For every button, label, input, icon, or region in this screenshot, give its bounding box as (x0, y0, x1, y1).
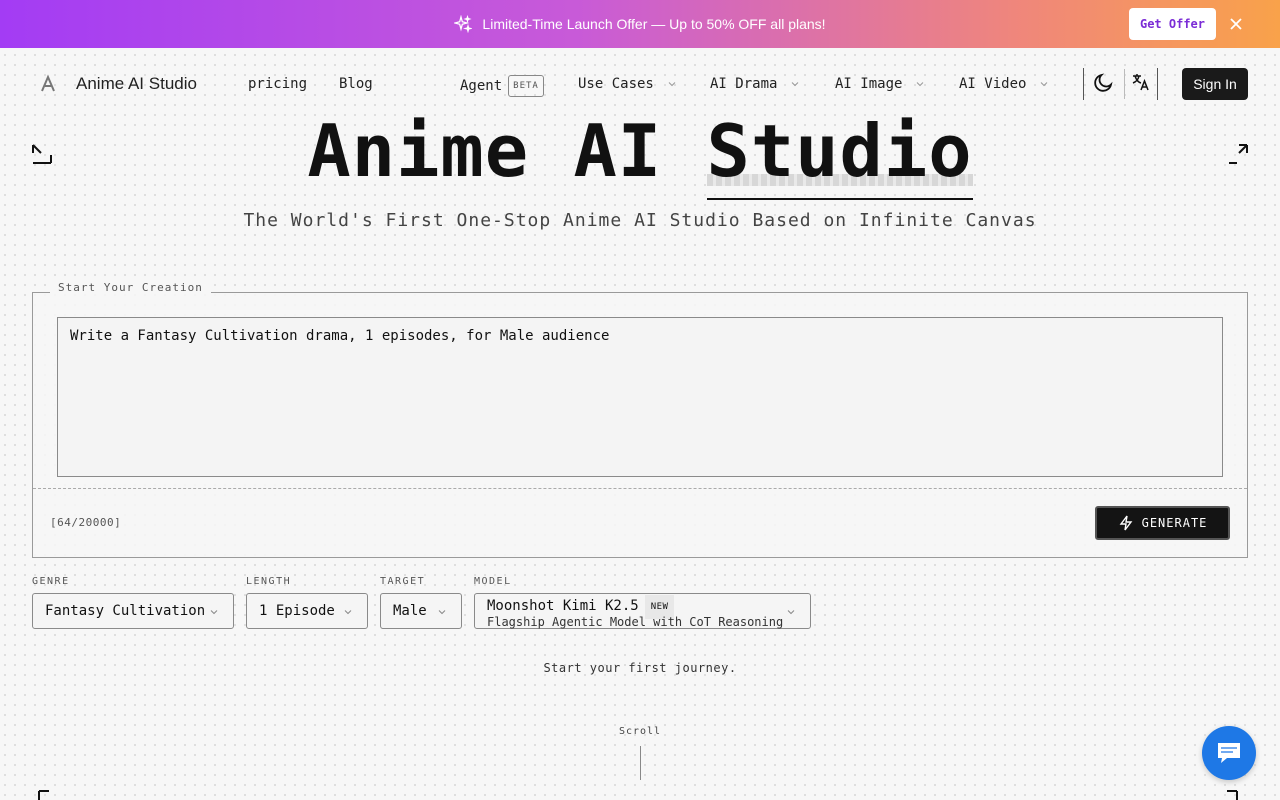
nav-dropdown-ai-drama[interactable]: AI Drama (710, 75, 799, 93)
chat-button[interactable] (1202, 726, 1256, 780)
character-counter: [64/20000] (50, 516, 122, 529)
beta-badge: BETA (508, 75, 544, 97)
genre-value: Fantasy Cultivation (45, 603, 206, 619)
moon-icon[interactable] (1092, 70, 1116, 94)
model-label: MODEL (474, 576, 512, 587)
chat-icon (1218, 743, 1240, 763)
target-select[interactable]: Male (380, 593, 462, 629)
generate-label: GENERATE (1141, 516, 1208, 530)
nav-dropdown-ai-image[interactable]: AI Image (835, 75, 924, 93)
target-label: TARGET (380, 576, 426, 587)
nav-dropdown-label: AI Video (959, 76, 1027, 92)
nav-dropdown-ai-video[interactable]: AI Video (959, 75, 1048, 93)
agent-label: Agent (460, 78, 503, 94)
brand-name[interactable]: Anime AI Studio (76, 74, 197, 94)
translate-icon[interactable] (1131, 72, 1155, 96)
corner-bracket-icon (38, 790, 49, 800)
chevron-down-icon (668, 82, 676, 87)
nav-dropdown-label: AI Image (835, 76, 903, 92)
model-name: Moonshot Kimi K2.5 (487, 598, 639, 614)
length-label: LENGTH (246, 576, 292, 587)
chevron-down-icon (1041, 82, 1048, 87)
model-description: Flagship Agentic Model with CoT Reasonin… (487, 615, 784, 629)
chevron-down-icon (210, 610, 218, 615)
lightning-icon (1119, 515, 1132, 531)
nav-link-agent[interactable]: Agent BETA (460, 75, 544, 97)
nav-dropdown-label: AI Drama (710, 76, 778, 92)
corner-bracket-icon (1227, 790, 1238, 800)
genre-select[interactable]: Fantasy Cultivation (32, 593, 234, 629)
promo-text: Limited-Time Launch Offer — Up to 50% OF… (482, 16, 826, 32)
chevron-down-icon (917, 82, 924, 87)
chevron-down-icon (344, 610, 352, 615)
generate-button[interactable]: GENERATE (1095, 506, 1230, 540)
chevron-down-icon (438, 610, 446, 615)
target-value: Male (393, 603, 427, 619)
scroll-line (640, 746, 641, 780)
nav-divider (1124, 69, 1125, 99)
journey-text: Start your first journey. (543, 661, 737, 675)
sparkle-icon (454, 15, 473, 33)
scroll-hint: Scroll (618, 726, 662, 737)
title-highlight: Studio (706, 106, 973, 200)
chevron-down-icon (787, 610, 795, 615)
promo-message: Limited-Time Launch Offer — Up to 50% OF… (454, 15, 826, 33)
nav-link-pricing[interactable]: pricing (248, 75, 307, 93)
model-select[interactable]: Moonshot Kimi K2.5 NEW Flagship Agentic M… (474, 593, 811, 629)
nav-dropdown-label: Use Cases (578, 76, 654, 92)
length-select[interactable]: 1 Episode (246, 593, 368, 629)
nav-link-blog[interactable]: Blog (339, 75, 373, 93)
chevron-down-icon (792, 82, 799, 87)
logo-icon[interactable] (38, 74, 58, 94)
get-offer-button[interactable]: Get Offer (1129, 8, 1216, 40)
close-icon[interactable] (1228, 16, 1244, 32)
page-subtitle: The World's First One-Stop Anime AI Stud… (243, 210, 1037, 231)
promo-banner: Limited-Time Launch Offer — Up to 50% OF… (0, 0, 1280, 48)
nav-dropdown-use-cases[interactable]: Use Cases (578, 75, 676, 93)
length-value: 1 Episode (259, 603, 335, 619)
prompt-input[interactable]: Write a Fantasy Cultivation drama, 1 epi… (57, 317, 1223, 477)
sign-in-button[interactable]: Sign In (1182, 68, 1248, 100)
genre-label: GENRE (32, 576, 70, 587)
creation-legend: Start Your Creation (50, 281, 211, 294)
title-text: Anime AI (307, 109, 663, 193)
nav-divider (1157, 68, 1158, 100)
panel-divider (33, 488, 1247, 489)
page-title: Anime AI Studio (0, 106, 1280, 200)
nav-divider (1083, 68, 1084, 100)
